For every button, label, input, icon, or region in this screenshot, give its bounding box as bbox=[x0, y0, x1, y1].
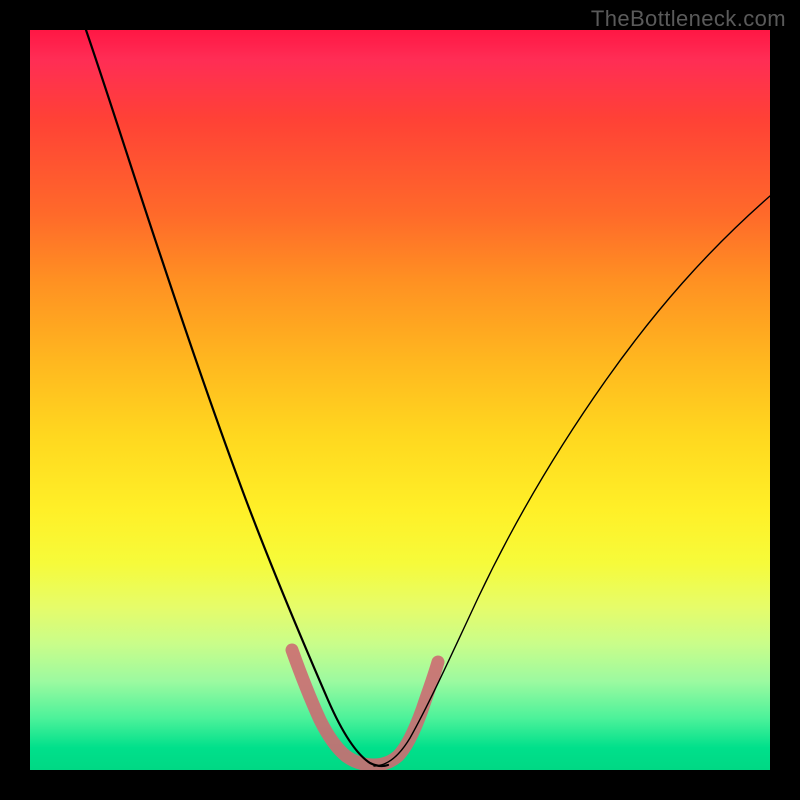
bottleneck-curve-left bbox=[86, 30, 388, 766]
watermark-label: TheBottleneck.com bbox=[591, 6, 786, 32]
chart-root: TheBottleneck.com bbox=[0, 0, 800, 800]
chart-plot-area bbox=[30, 30, 770, 770]
curve-svg bbox=[30, 30, 770, 770]
